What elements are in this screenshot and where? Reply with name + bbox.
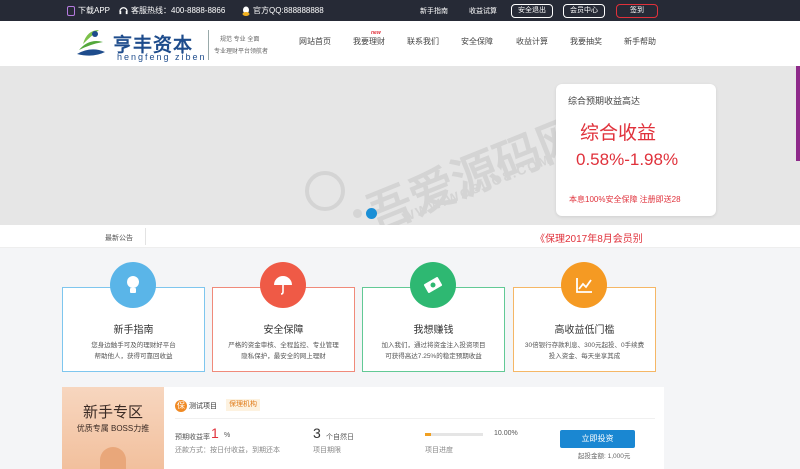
qq-label: 官方QQ:888888888	[253, 6, 324, 15]
nav-security[interactable]: 安全保障	[461, 36, 493, 47]
term-value: 3	[313, 425, 321, 441]
repay-method: 还款方式：按日付收益，到期还本	[175, 447, 280, 454]
headset-icon	[119, 7, 128, 15]
mascot-icon	[100, 447, 126, 469]
notice-label: 最新公告	[105, 235, 133, 242]
side-tab[interactable]	[796, 66, 800, 161]
rate-label: 预期收益率	[175, 434, 210, 441]
term-label: 项目期限	[313, 447, 341, 454]
feature-desc: 严格的资金审核、全程监控、专业管理 隐私保护，最安全的网上理财	[228, 342, 339, 360]
notice-bar: 最新公告 《保理2017年8月会员别	[0, 225, 800, 248]
qq-contact[interactable]: 官方QQ:888888888	[242, 5, 324, 16]
feature-title: 安全保障	[263, 325, 304, 336]
umbrella-icon	[260, 262, 306, 308]
newbie-zone[interactable]: 新手专区 优质专属 BOSS力推	[62, 387, 164, 469]
lightbulb-icon	[110, 262, 156, 308]
nav-home[interactable]: 网站首页	[299, 36, 331, 47]
logo-icon[interactable]	[73, 24, 109, 60]
phone-icon	[67, 5, 75, 16]
money-icon	[410, 262, 456, 308]
feature-desc: 您身边触手可及的理财好平台 帮助他人，获得可靠回收益	[91, 342, 176, 360]
rate-value: 1	[211, 425, 219, 441]
nav-calculator[interactable]: 收益计算	[516, 36, 548, 47]
slider-dot-1[interactable]	[353, 209, 362, 218]
invest-button[interactable]: 立即投资	[560, 430, 635, 448]
nav-lottery[interactable]: 我要抽奖	[570, 36, 602, 47]
promo-heading: 综合预期收益高达	[568, 96, 641, 106]
download-app-label: 下载APP	[78, 6, 111, 15]
chart-icon	[561, 262, 607, 308]
feature-title: 我想赚钱	[413, 325, 454, 336]
logo-subtext: hengfeng ziben	[117, 52, 207, 62]
qq-penguin-icon	[242, 6, 250, 16]
guarantee-badge: 保	[175, 400, 187, 412]
logo-divider	[208, 30, 209, 60]
progress-text: 10.00%	[494, 430, 518, 437]
promo-title: 综合收益	[580, 123, 657, 144]
newbie-title: 新手专区	[82, 404, 143, 421]
rate-unit: %	[224, 432, 231, 439]
feature-title: 高收益低门槛	[554, 325, 615, 336]
progress-bar	[425, 433, 483, 436]
feature-desc: 加入我们，通过将资金注入投资项目 可获得高达7.25%的稳定预期收益	[381, 342, 486, 360]
topbar-link-calculator[interactable]: 收益试算	[469, 6, 497, 16]
feature-title: 新手指南	[113, 325, 154, 336]
nav-new-badge: new	[371, 30, 381, 36]
logout-button[interactable]: 安全退出	[511, 4, 553, 18]
hotline: 客服热线：400-8888-8866	[119, 5, 225, 16]
product-name[interactable]: 测试项目	[189, 401, 217, 411]
promo-register-link[interactable]: 本息100%安全保障 注册即送28	[569, 194, 681, 205]
top-bar: 下载APP 客服热线：400-8888-8866 官方QQ:888888888 …	[0, 0, 800, 21]
page: 下载APP 客服热线：400-8888-8866 官方QQ:888888888 …	[0, 0, 800, 469]
slider-dot-2-active[interactable]	[366, 208, 377, 219]
member-center-button[interactable]: 会员中心	[563, 4, 605, 18]
newbie-subtitle: 优质专属 BOSS力推	[76, 424, 150, 433]
term-unit: 个自然日	[326, 434, 354, 441]
slogan-top: 规范 专业 全面	[220, 37, 260, 43]
topbar-link-guide[interactable]: 新手指南	[420, 6, 448, 16]
sign-in-button[interactable]: 签到	[616, 4, 658, 18]
watermark-logo	[305, 171, 345, 211]
promo-card: 综合预期收益高达 综合收益 0.58%-1.98% 本息100%安全保障 注册即…	[556, 84, 716, 216]
promo-rate: 0.58%-1.98%	[576, 150, 679, 169]
min-invest: 起投金额: 1,000元	[578, 453, 631, 460]
notice-divider	[145, 228, 146, 245]
product-card: 保 测试项目 保理机构 预期收益率 1 % 还款方式：按日付收益，到期还本 3 …	[164, 387, 664, 469]
progress-label: 项目进度	[425, 447, 453, 454]
nav-help[interactable]: 新手帮助	[624, 36, 656, 47]
nav-invest[interactable]: 我要理财	[353, 36, 385, 47]
progress-fill	[425, 433, 431, 436]
hotline-label: 客服热线：400-8888-8866	[131, 6, 226, 15]
product-divider	[175, 418, 655, 419]
notice-link[interactable]: 《保理2017年8月会员别	[535, 230, 643, 245]
slogan-bottom: 专业理财平台领航者	[214, 49, 269, 55]
nav-contact[interactable]: 联系我们	[407, 36, 439, 47]
feature-desc: 30倍银行存款利息、300元起投、0手续费 投入资金、每天坐享其成	[524, 342, 645, 360]
product-tag: 保理机构	[226, 399, 260, 411]
download-app-link[interactable]: 下载APP	[67, 5, 110, 16]
